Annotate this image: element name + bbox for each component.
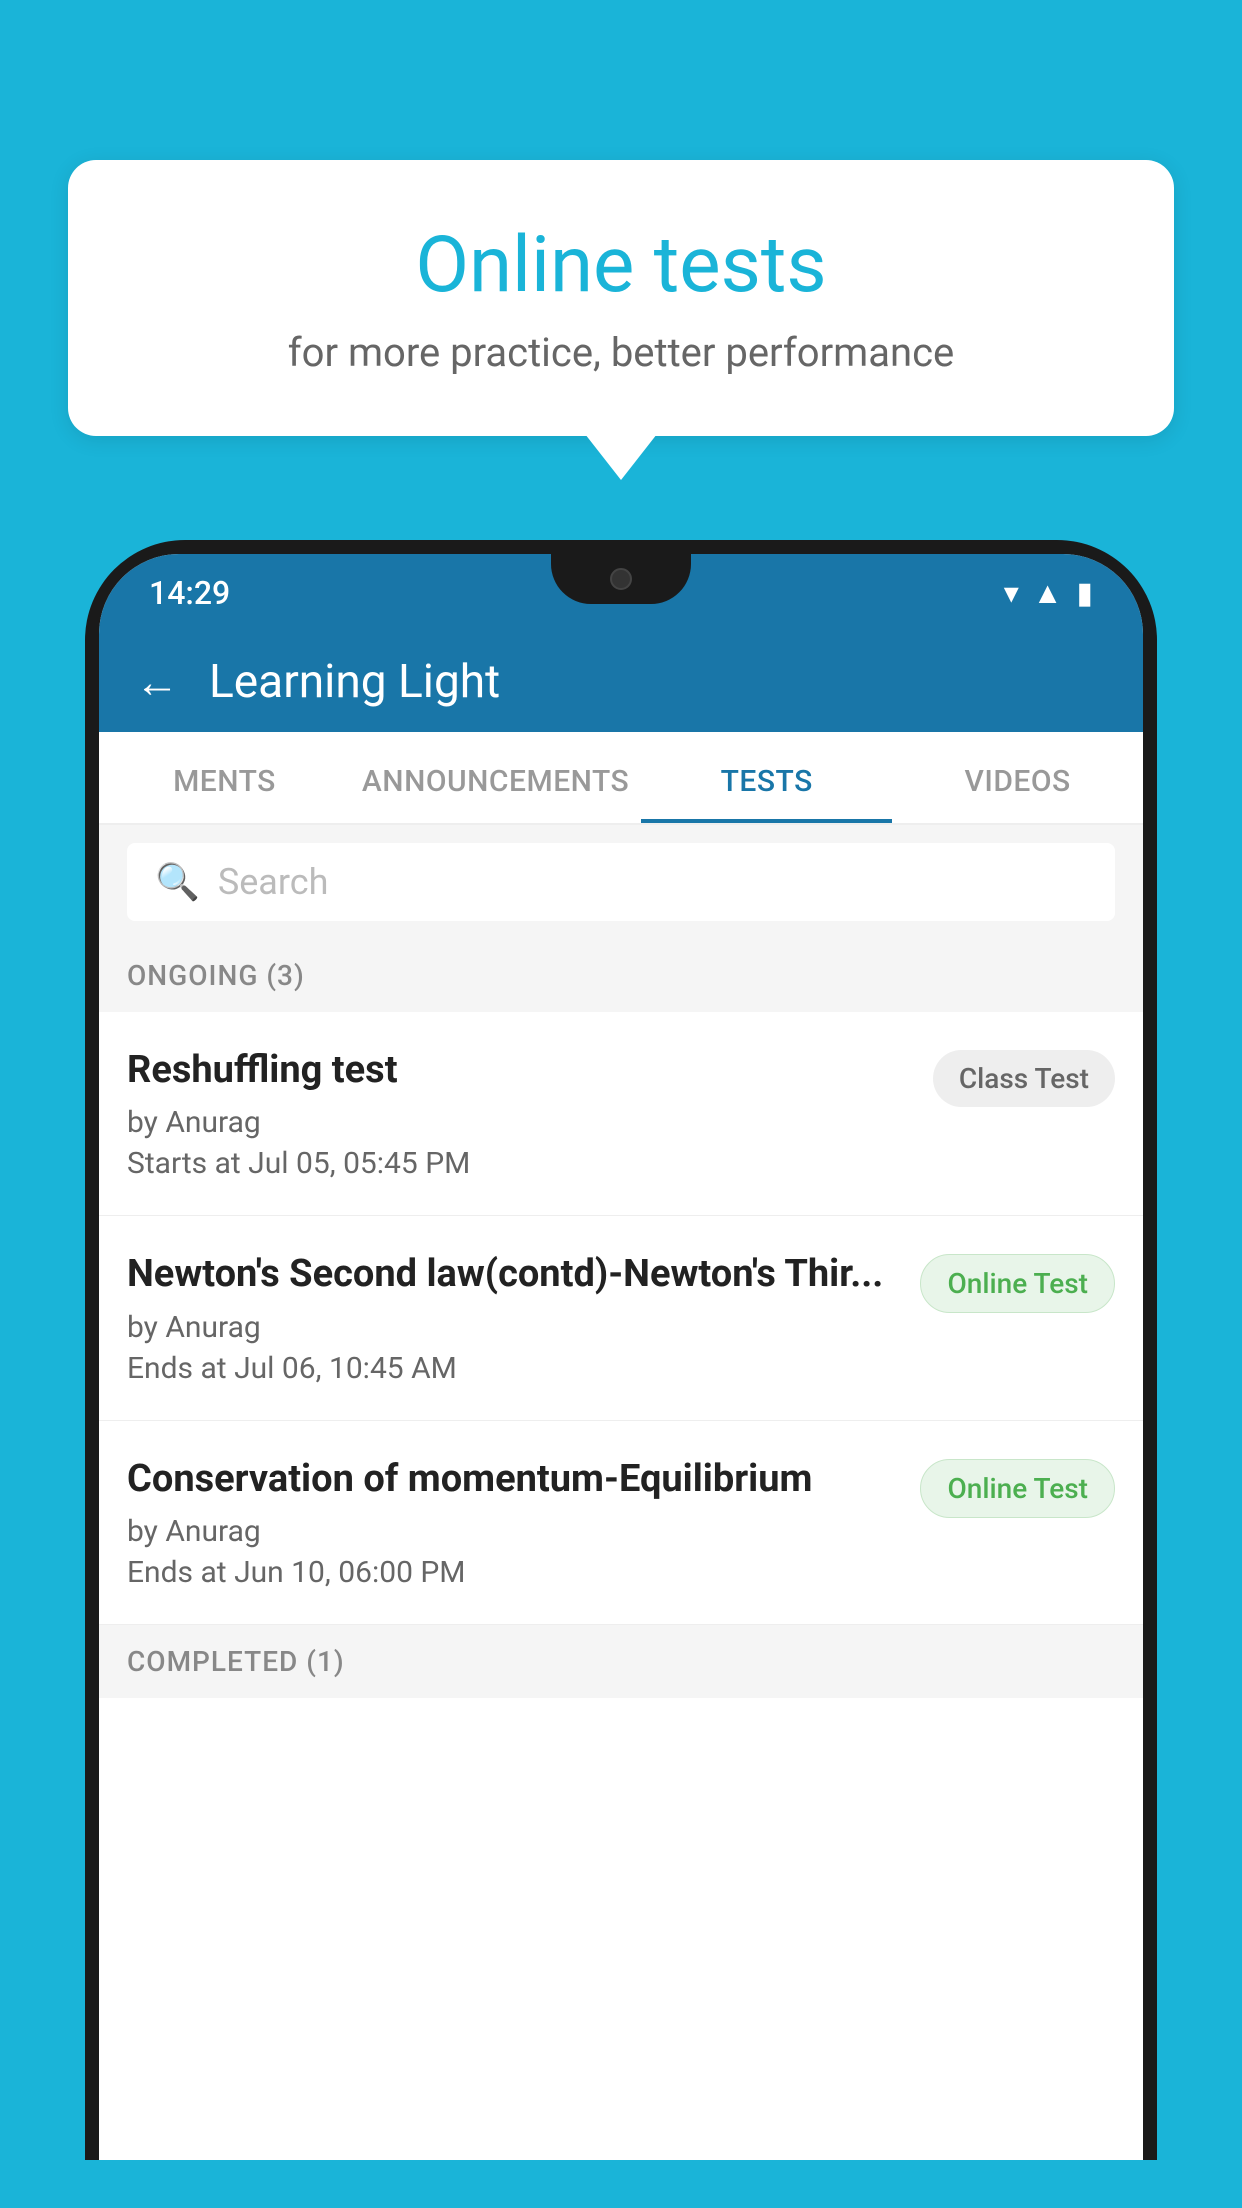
test-name-2: Newton's Second law(contd)-Newton's Thir… (127, 1250, 900, 1299)
tab-announcements[interactable]: ANNOUNCEMENTS (350, 732, 641, 823)
tab-ments[interactable]: MENTS (99, 732, 350, 823)
tab-tests[interactable]: TESTS (641, 732, 892, 823)
test-info-3: Conservation of momentum-Equilibrium by … (127, 1455, 900, 1590)
phone-screen: 14:29 ▾ ▲ ▮ ← Learning Light MENTS ANNOU… (99, 554, 1143, 2160)
bubble-subtitle: for more practice, better performance (138, 329, 1104, 376)
app-title: Learning Light (209, 655, 500, 709)
search-container: 🔍 Search (99, 825, 1143, 939)
test-by-2: by Anurag (127, 1310, 900, 1345)
test-item-2[interactable]: Newton's Second law(contd)-Newton's Thir… (99, 1216, 1143, 1420)
test-badge-3: Online Test (920, 1459, 1115, 1518)
test-badge-1: Class Test (933, 1050, 1115, 1107)
back-button[interactable]: ← (135, 660, 179, 704)
test-info-2: Newton's Second law(contd)-Newton's Thir… (127, 1250, 900, 1385)
test-time-1: Starts at Jul 05, 05:45 PM (127, 1146, 913, 1181)
test-item-3[interactable]: Conservation of momentum-Equilibrium by … (99, 1421, 1143, 1625)
test-time-2: Ends at Jul 06, 10:45 AM (127, 1351, 900, 1386)
search-bar[interactable]: 🔍 Search (127, 843, 1115, 921)
completed-section-header: COMPLETED (1) (99, 1625, 1143, 1698)
phone-frame: 14:29 ▾ ▲ ▮ ← Learning Light MENTS ANNOU… (85, 540, 1157, 2160)
test-info-1: Reshuffling test by Anurag Starts at Jul… (127, 1046, 913, 1181)
signal-icon: ▲ (1033, 576, 1063, 611)
app-header: ← Learning Light (99, 632, 1143, 732)
search-input[interactable]: Search (218, 861, 329, 903)
phone-container: 14:29 ▾ ▲ ▮ ← Learning Light MENTS ANNOU… (85, 540, 1157, 2208)
tab-videos[interactable]: VIDEOS (892, 732, 1143, 823)
test-by-1: by Anurag (127, 1105, 913, 1140)
ongoing-section-header: ONGOING (3) (99, 939, 1143, 1012)
test-name-3: Conservation of momentum-Equilibrium (127, 1455, 900, 1504)
camera (610, 568, 632, 590)
status-bar: 14:29 ▾ ▲ ▮ (99, 554, 1143, 632)
test-badge-2: Online Test (920, 1254, 1115, 1313)
test-time-3: Ends at Jun 10, 06:00 PM (127, 1555, 900, 1590)
test-list: Reshuffling test by Anurag Starts at Jul… (99, 1012, 1143, 1625)
speech-bubble: Online tests for more practice, better p… (68, 160, 1174, 436)
status-time: 14:29 (149, 574, 230, 612)
notch (551, 554, 691, 604)
test-item-1[interactable]: Reshuffling test by Anurag Starts at Jul… (99, 1012, 1143, 1216)
bubble-title: Online tests (138, 220, 1104, 311)
test-name-1: Reshuffling test (127, 1046, 913, 1095)
battery-icon: ▮ (1076, 576, 1093, 611)
speech-bubble-container: Online tests for more practice, better p… (68, 160, 1174, 436)
test-by-3: by Anurag (127, 1514, 900, 1549)
wifi-icon: ▾ (1004, 576, 1019, 611)
status-icons: ▾ ▲ ▮ (1004, 576, 1093, 611)
tabs-bar: MENTS ANNOUNCEMENTS TESTS VIDEOS (99, 732, 1143, 825)
search-icon: 🔍 (155, 861, 200, 903)
